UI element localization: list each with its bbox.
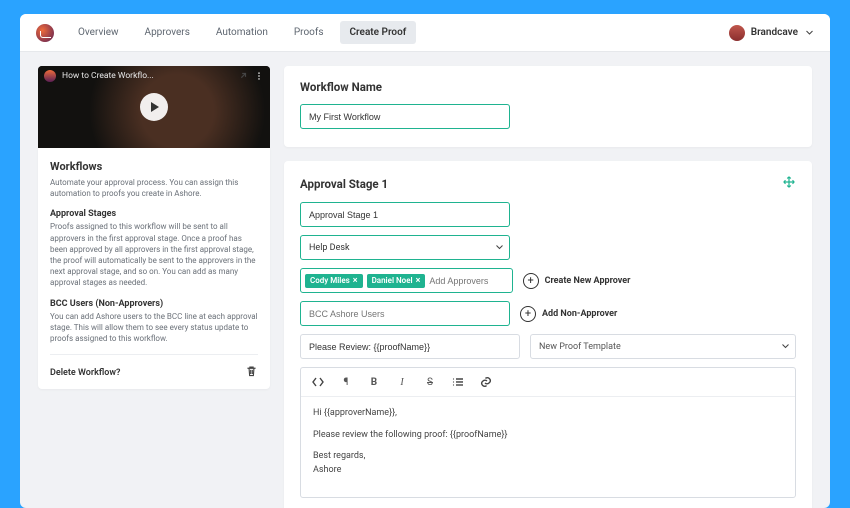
plus-icon: + <box>520 306 536 322</box>
strike-icon[interactable]: S <box>423 375 437 389</box>
stage1-title: Approval Stage 1 <box>300 177 388 191</box>
workflow-name-panel: Workflow Name <box>284 66 812 147</box>
workflow-name-input[interactable] <box>300 104 510 129</box>
team-select-value: Help Desk <box>309 243 350 253</box>
nav-tab-proofs[interactable]: Proofs <box>284 21 334 44</box>
sidebar-sec2-body: You can add Ashore users to the BCC line… <box>50 311 258 345</box>
bold-icon[interactable]: B <box>367 375 381 389</box>
nav-tab-approvers[interactable]: Approvers <box>135 21 200 44</box>
delete-workflow-button[interactable]: Delete Workflow? <box>50 368 120 378</box>
sidebar-sec1-body: Proofs assigned to this workflow will be… <box>50 221 258 288</box>
main-column: Workflow Name Approval Stage 1 <box>284 66 812 508</box>
link-icon[interactable] <box>479 375 493 389</box>
chevron-down-icon <box>804 28 814 38</box>
brand-logo-icon <box>36 24 54 42</box>
nav-tab-create-proof[interactable]: Create Proof <box>340 21 417 44</box>
remove-tag-icon[interactable]: × <box>416 276 421 286</box>
editor-body[interactable]: Hi {{approverName}}, Please review the f… <box>301 397 795 497</box>
template-select[interactable]: New Proof Template <box>530 334 796 359</box>
trash-icon[interactable] <box>245 365 258 381</box>
plus-icon: + <box>523 273 539 289</box>
team-select[interactable]: Help Desk <box>300 235 510 260</box>
play-icon[interactable] <box>140 93 168 121</box>
user-menu[interactable]: Brandcave <box>729 25 814 41</box>
share-icon[interactable] <box>238 71 248 81</box>
more-icon[interactable] <box>254 71 264 81</box>
email-line: Please review the following proof: {{pro… <box>313 429 783 443</box>
email-line: Best regards, <box>313 450 783 464</box>
sidebar: How to Create Workflo... Workflows Autom… <box>38 66 270 508</box>
sidebar-intro: Automate your approval process. You can … <box>50 177 258 199</box>
nav-tabs: Overview Approvers Automation Proofs Cre… <box>68 21 416 44</box>
approver-tag[interactable]: Cody Miles× <box>305 274 363 288</box>
approval-stage-1-panel: Approval Stage 1 Help Desk <box>284 161 812 508</box>
avatar-icon <box>729 25 745 41</box>
video-card[interactable]: How to Create Workflo... <box>38 66 270 148</box>
bcc-input[interactable] <box>300 301 510 326</box>
sidebar-info: Workflows Automate your approval process… <box>38 148 270 389</box>
top-nav: Overview Approvers Automation Proofs Cre… <box>20 14 830 52</box>
user-name: Brandcave <box>751 27 798 38</box>
template-select-value: New Proof Template <box>539 342 621 352</box>
approvers-input[interactable]: Cody Miles× Daniel Noel× <box>300 268 513 293</box>
remove-tag-icon[interactable]: × <box>353 276 358 286</box>
approvers-entry[interactable] <box>429 276 507 286</box>
subject-input[interactable] <box>300 334 520 359</box>
stage-name-input[interactable] <box>300 202 510 227</box>
move-icon[interactable] <box>782 175 796 192</box>
italic-icon[interactable]: I <box>395 375 409 389</box>
workflow-name-label: Workflow Name <box>300 80 382 94</box>
editor-toolbar: ¶ B I S <box>301 368 795 397</box>
email-line: Hi {{approverName}}, <box>313 407 783 421</box>
list-icon[interactable] <box>451 375 465 389</box>
code-icon[interactable] <box>311 375 325 389</box>
sidebar-heading: Workflows <box>50 160 258 173</box>
app-window: Overview Approvers Automation Proofs Cre… <box>20 14 830 508</box>
video-brand-icon <box>44 70 56 82</box>
approver-tag[interactable]: Daniel Noel× <box>367 274 426 288</box>
email-editor: ¶ B I S Hi {{approverName}}, Please <box>300 367 796 498</box>
add-non-approver-button[interactable]: + Add Non-Approver <box>520 306 617 322</box>
sidebar-sec1-title: Approval Stages <box>50 209 258 219</box>
email-line: Ashore <box>313 464 783 478</box>
pilcrow-icon[interactable]: ¶ <box>339 375 353 389</box>
create-approver-button[interactable]: + Create New Approver <box>523 273 631 289</box>
nav-tab-automation[interactable]: Automation <box>206 21 278 44</box>
sidebar-sec2-title: BCC Users (Non-Approvers) <box>50 299 258 309</box>
video-title: How to Create Workflo... <box>62 71 232 81</box>
nav-tab-overview[interactable]: Overview <box>68 21 129 44</box>
